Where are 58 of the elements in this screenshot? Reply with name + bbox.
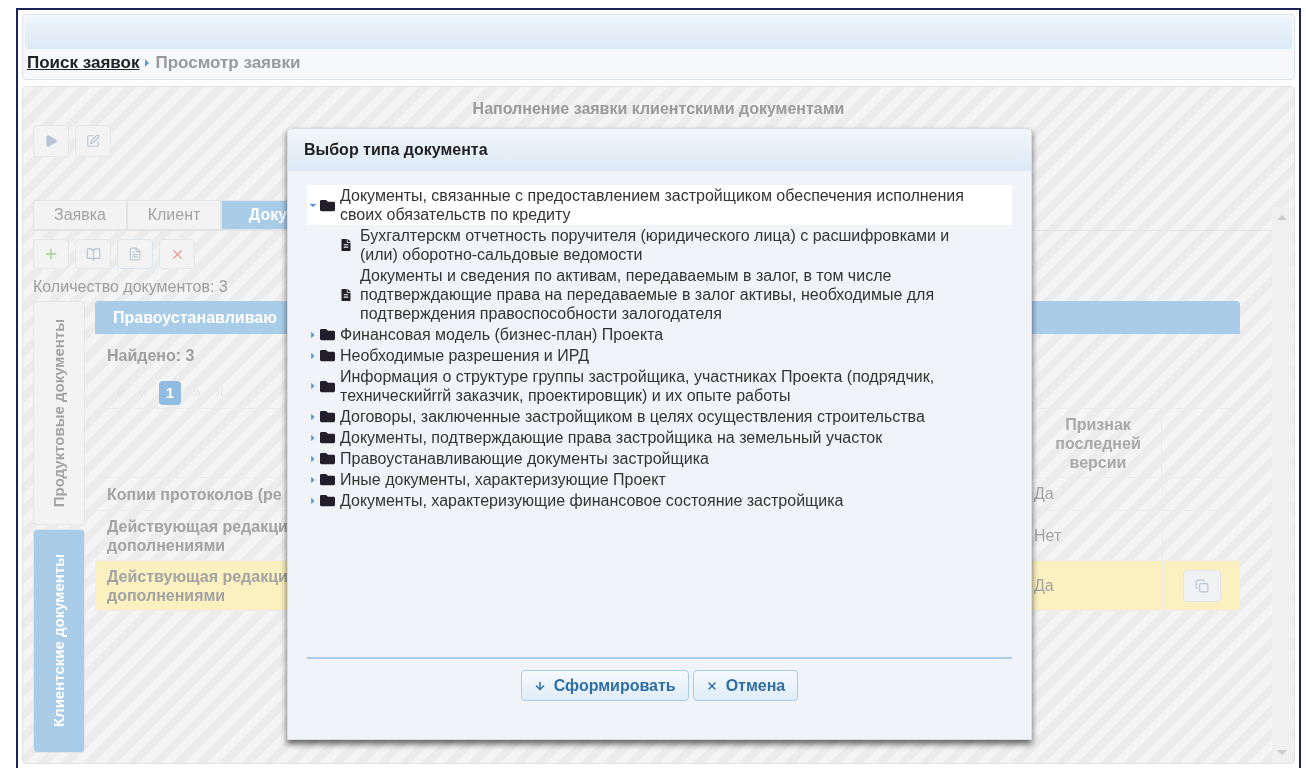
table-cell-text: Действующая редакци дополнениями [107,516,289,555]
folder-icon [319,451,336,466]
delete-button[interactable] [159,239,195,269]
column-header: Признак последней версии [1054,414,1142,472]
tree-item-label: Документы, подтверждающие права застройщика на земельный участок [340,428,883,447]
document-icon [341,239,351,251]
tree-row[interactable]: Документы, характеризующие финансовое состояние застройщика [307,490,1012,511]
tree-item-label: Информация о структуре группы застройщика, участниках Проекта (подрядчик, техническийrrй заказчик, проектировщик) и их опыте работы [340,367,936,405]
book-icon [85,246,101,262]
book-button[interactable] [75,239,111,269]
folder-icon [319,493,336,508]
table-cell-text: Копии протоколов (ре [107,484,283,504]
table-cell-text: Нет [1034,525,1062,546]
tree-item-label: Бухгалтерскм отчетность поручителя (юридического лица) с расшифровками и (или) оборотно-сальдовые ведомости [360,226,951,264]
breadcrumb-current: Просмотр заявки [155,52,301,75]
tree-row[interactable]: Документы, связанные с предоставлением застройщиком обеспечения исполнения своих обязательств по кредиту [307,185,1012,225]
table-cell-text: Да [1034,575,1054,596]
page-title: Наполнение заявки клиентскими документами [472,99,845,119]
tree-row[interactable]: Договоры, заключенные застройщиком в целях осуществления строительства [307,406,1012,427]
dialog-title: Выбор типа документа [288,129,1031,171]
edit-button[interactable] [75,125,111,157]
folder-icon [319,197,336,213]
tree-row[interactable]: Документы, подтверждающие права застройщика на земельный участок [307,427,1012,448]
found-count: Найдено: 3 [107,346,195,366]
tree-item-label: Договоры, заключенные застройщиком в целях осуществления строительства [340,407,925,426]
folder-icon [319,327,336,342]
tree-row[interactable]: Информация о структуре группы застройщика, участниках Проекта (подрядчик, техническийrrй заказчик, проектировщик) и их опыте работы [307,366,1012,406]
document-count: Количество документов: 3 [33,277,228,295]
folder-icon [319,472,336,487]
edit-icon [86,134,100,148]
plus-icon [43,246,59,262]
copy-button[interactable] [1182,569,1221,602]
folder-icon [319,378,336,394]
table-cell-text: Да [1034,484,1054,504]
arrow-down-icon [533,679,546,692]
breadcrumb-link[interactable]: Поиск заявок [27,50,140,76]
generate-button[interactable]: Сформировать [520,670,689,701]
tree-row[interactable]: Необходимые разрешения и ИРД [307,345,1012,366]
copy-icon [1194,578,1209,593]
tree-item-label: Иные документы, характеризующие Проект [340,470,666,489]
play-button[interactable] [33,125,69,157]
add-button[interactable] [33,239,69,269]
document-icon [128,247,142,261]
folder-icon [319,348,336,363]
breadcrumb-separator-icon [145,59,150,67]
tree-item-label: Правоустанавливающие документы застройщика [340,449,709,468]
close-icon [705,679,718,692]
play-icon [44,134,58,148]
tree-row[interactable]: Иные документы, характеризующие Проект [307,469,1012,490]
tree-item-label: Документы, связанные с предоставлением застройщиком обеспечения исполнения своих обязательств по кредиту [340,186,965,224]
tree-item-label: Документы, характеризующие финансовое состояние застройщика [340,491,844,510]
folder-icon [319,409,336,424]
folder-icon [319,430,336,445]
cancel-button[interactable]: Отмена [692,670,799,701]
tree-item-label: Необходимые разрешения и ИРД [340,346,590,365]
document-button[interactable] [117,239,153,269]
tree-row[interactable]: Правоустанавливающие документы застройщика [307,448,1012,469]
document-icon [341,288,351,301]
